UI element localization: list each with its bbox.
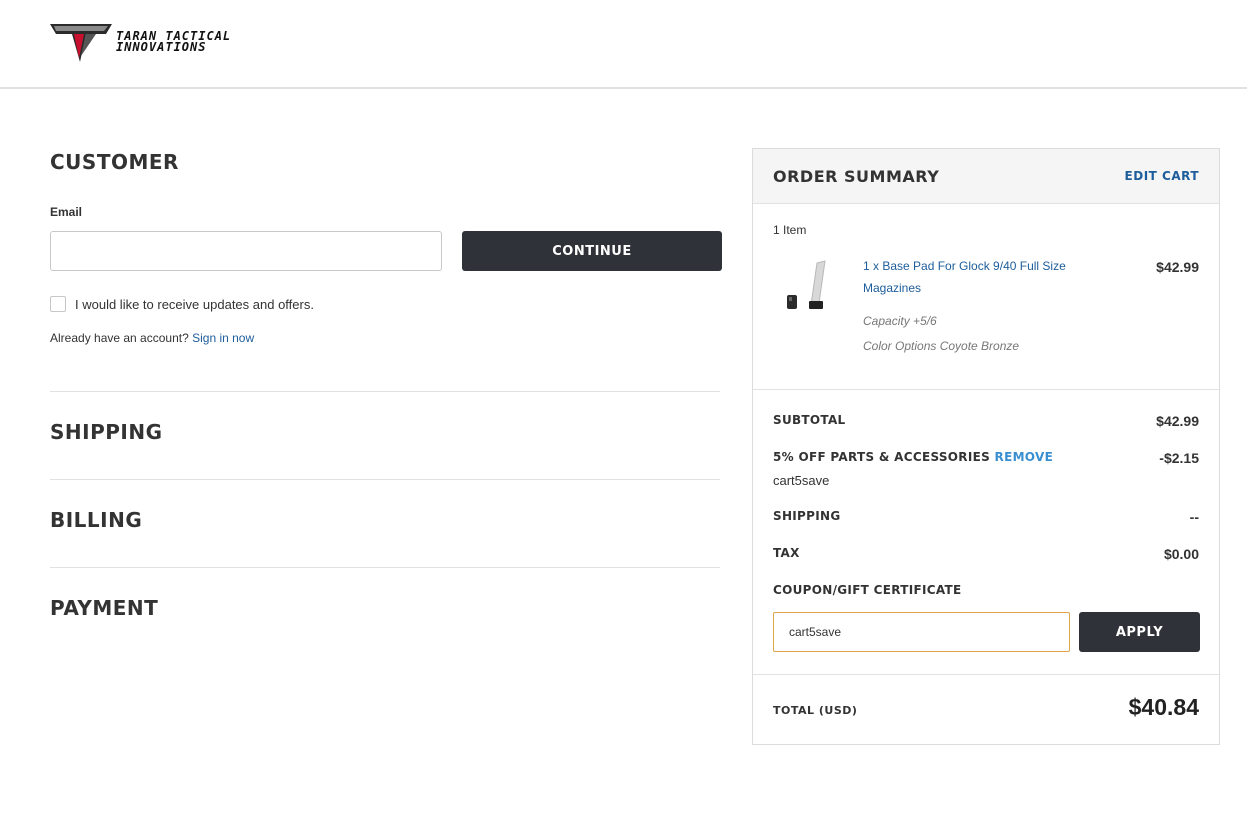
order-summary-header: ORDER SUMMARY EDIT CART [753, 149, 1219, 204]
section-divider [50, 567, 720, 568]
product-name-link[interactable]: 1 x Base Pad For Glock 9/40 Full Size Ma… [863, 255, 1093, 299]
section-divider [50, 479, 720, 480]
customer-title: CUSTOMER [50, 150, 179, 174]
total-label: TOTAL (USD) [773, 704, 858, 717]
section-divider [50, 391, 720, 392]
coupon-label: COUPON/GIFT CERTIFICATE [773, 583, 962, 597]
edit-cart-link[interactable]: EDIT CART [1125, 169, 1199, 183]
discount-code: cart5save [773, 473, 830, 488]
shipping-title: SHIPPING [50, 420, 163, 444]
order-summary-title: ORDER SUMMARY [773, 167, 940, 186]
discount-row: 5% OFF PARTS & ACCESSORIES REMOVE [773, 450, 1053, 464]
order-summary-panel: ORDER SUMMARY EDIT CART 1 Item 1 x Base … [752, 148, 1220, 745]
summary-divider [753, 389, 1219, 390]
subtotal-label: SUBTOTAL [773, 413, 846, 427]
discount-label: 5% OFF PARTS & ACCESSORIES [773, 450, 991, 464]
subtotal-value: $42.99 [1156, 413, 1199, 429]
payment-title: PAYMENT [50, 596, 159, 620]
product-option-capacity: Capacity +5/6 [863, 314, 937, 328]
sign-in-link[interactable]: Sign in now [192, 331, 254, 345]
billing-title: BILLING [50, 508, 143, 532]
discount-value: -$2.15 [1159, 450, 1199, 466]
product-price: $42.99 [1156, 259, 1199, 275]
summary-divider [753, 674, 1219, 675]
shipping-label: SHIPPING [773, 509, 841, 523]
account-prompt-text: Already have an account? [50, 331, 189, 345]
email-label: Email [50, 205, 83, 219]
product-thumbnail [787, 260, 826, 309]
remove-discount-link[interactable]: REMOVE [995, 450, 1054, 464]
product-option-color: Color Options Coyote Bronze [863, 339, 1020, 353]
updates-option[interactable]: I would like to receive updates and offe… [50, 296, 314, 312]
brand-logo[interactable]: Taran Tactical Innovations [50, 20, 265, 64]
updates-checkbox[interactable] [50, 296, 66, 312]
apply-coupon-button[interactable]: APPLY [1079, 612, 1200, 652]
updates-label: I would like to receive updates and offe… [75, 296, 314, 312]
site-header: Taran Tactical Innovations [0, 0, 1247, 89]
shipping-value: -- [1189, 509, 1199, 525]
continue-button[interactable]: CONTINUE [462, 231, 722, 271]
brand-name: Taran Tactical Innovations [116, 30, 231, 54]
coupon-input[interactable] [773, 612, 1070, 652]
taran-tactical-logo-icon [50, 24, 112, 62]
total-value: $40.84 [1128, 694, 1199, 720]
email-field[interactable] [50, 231, 442, 271]
tax-value: $0.00 [1163, 546, 1199, 562]
tax-label: TAX [773, 546, 800, 560]
item-count: 1 Item [773, 223, 807, 237]
sign-in-prompt: Already have an account? Sign in now [50, 331, 254, 345]
brand-line-2: Innovations [116, 40, 207, 54]
